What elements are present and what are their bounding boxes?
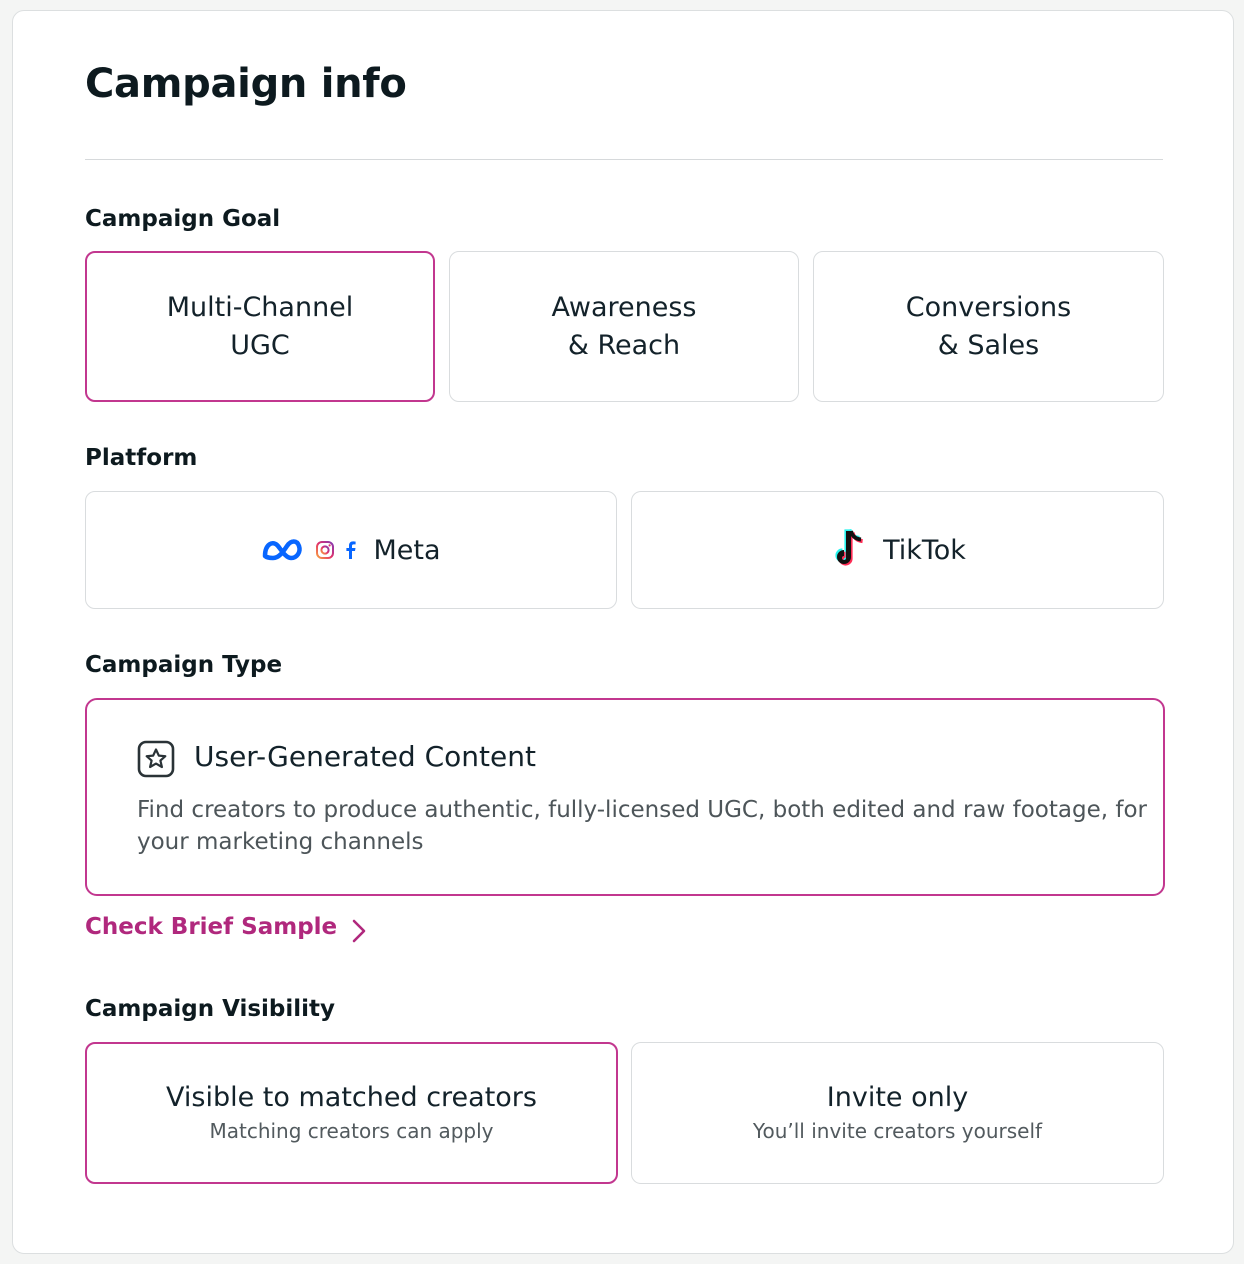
visibility-option-subtitle: You’ll invite creators yourself: [752, 1119, 1043, 1143]
visibility-option-matched[interactable]: Visible to matched creators Matching cre…: [85, 1042, 618, 1184]
visibility-option-invite-only[interactable]: Invite only You’ll invite creators yours…: [631, 1042, 1164, 1184]
visibility-option-title: Visible to matched creators: [166, 1082, 537, 1113]
platform-option-meta[interactable]: Meta: [85, 491, 617, 609]
campaign-visibility-label: Campaign Visibility: [85, 996, 336, 1022]
goal-option-conversions-sales[interactable]: Conversions & Sales: [813, 251, 1164, 402]
campaign-info-card: Campaign info Campaign Goal Multi-Channe…: [12, 10, 1234, 1254]
campaign-goal-label: Campaign Goal: [85, 206, 281, 232]
goal-option-label: Awareness & Reach: [551, 291, 697, 361]
goal-option-multi-channel-ugc[interactable]: Multi-Channel UGC: [85, 251, 435, 402]
title-divider: [85, 159, 1163, 160]
platform-option-label: TikTok: [883, 534, 966, 566]
star-box-icon: [137, 740, 175, 778]
visibility-option-title: Invite only: [826, 1082, 969, 1113]
facebook-icon: [346, 541, 357, 559]
campaign-type-description: Find creators to produce authentic, full…: [137, 797, 1147, 855]
campaign-type-label: Campaign Type: [85, 652, 283, 678]
tiktok-icon: [835, 528, 863, 566]
meta-logo-icon: [263, 539, 303, 561]
goal-option-label: Multi-Channel UGC: [166, 291, 354, 361]
instagram-icon: [316, 541, 335, 559]
campaign-type-ugc-card[interactable]: User-Generated Content Find creators to …: [85, 698, 1165, 896]
goal-option-awareness-reach[interactable]: Awareness & Reach: [449, 251, 799, 402]
campaign-type-title: User-Generated Content: [194, 740, 536, 773]
chevron-right-icon[interactable]: [347, 917, 371, 945]
visibility-option-subtitle: Matching creators can apply: [209, 1119, 494, 1143]
platform-option-tiktok[interactable]: TikTok: [631, 491, 1164, 609]
page-title: Campaign info: [85, 61, 407, 107]
check-brief-sample-link[interactable]: Check Brief Sample: [85, 914, 337, 940]
goal-option-label: Conversions & Sales: [905, 291, 1072, 361]
platform-label: Platform: [85, 445, 198, 471]
platform-option-label: Meta: [373, 534, 441, 566]
